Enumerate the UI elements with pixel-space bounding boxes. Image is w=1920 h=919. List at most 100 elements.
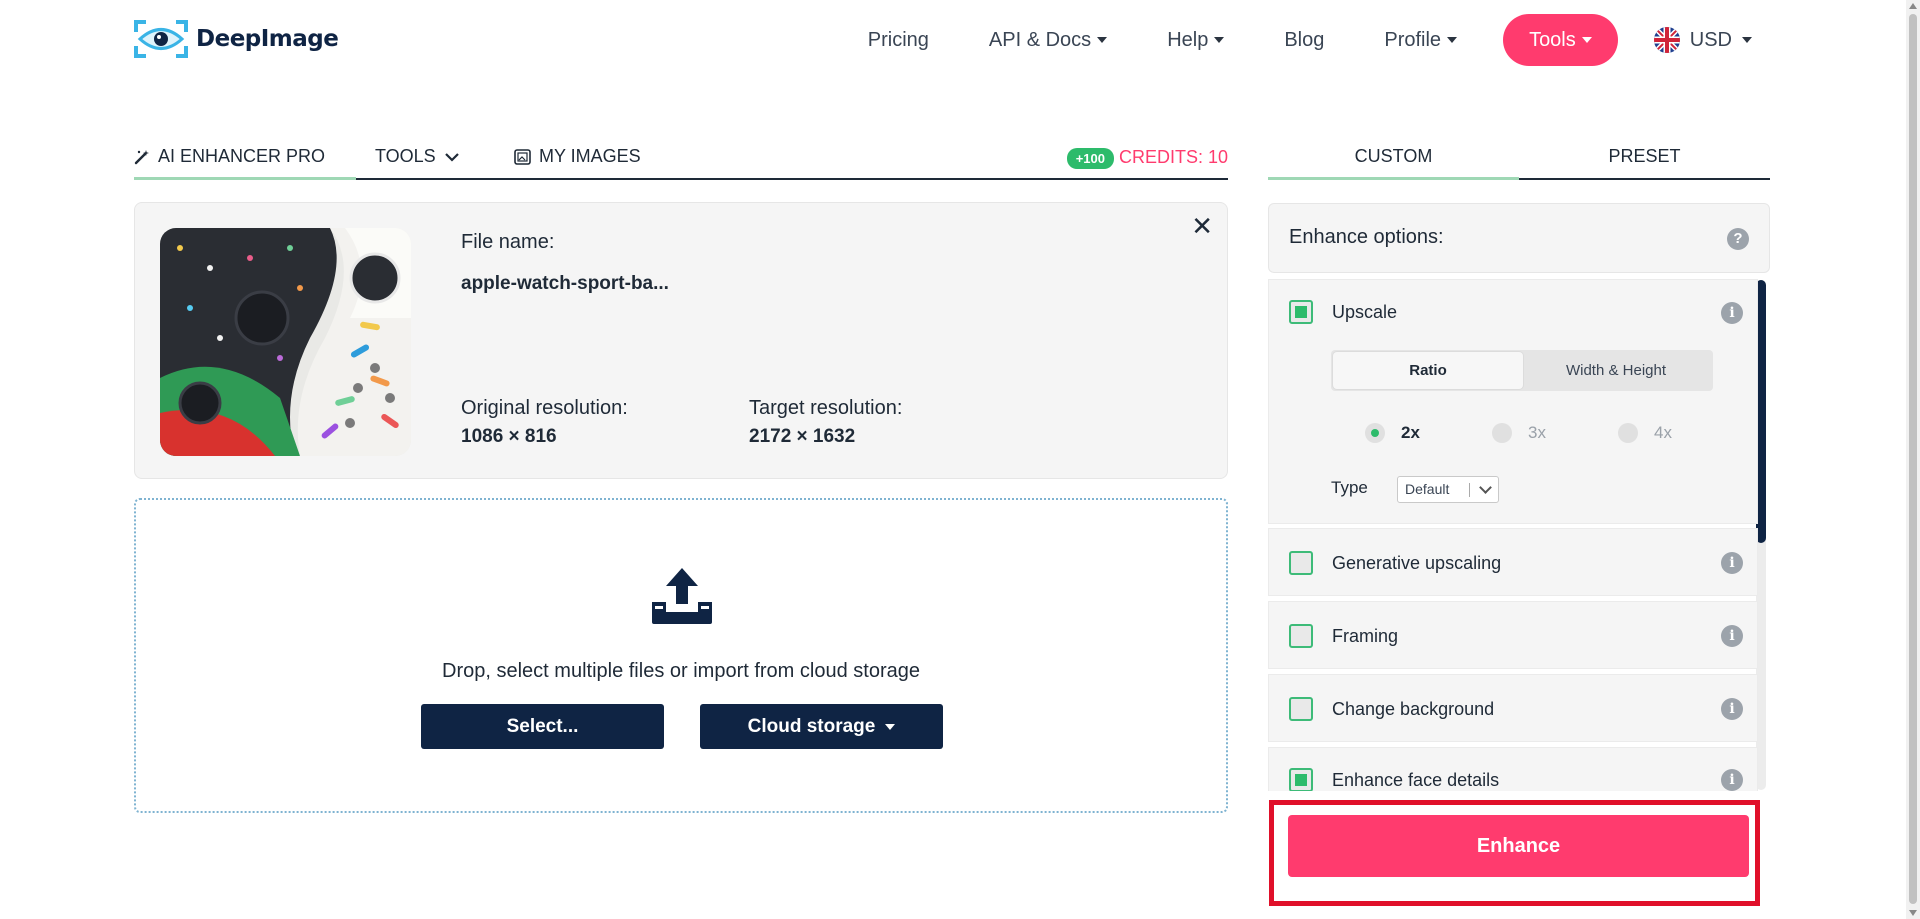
nav-help-label: Help [1167,28,1209,51]
upload-instructions: Drop, select multiple files or import fr… [442,660,920,682]
framing-checkbox[interactable] [1289,624,1313,648]
type-select-value: Default [1405,481,1450,497]
enhance-face-details-checkbox[interactable] [1289,768,1313,791]
upload-drop-zone[interactable]: Drop, select multiple files or import fr… [134,498,1228,813]
option-framing: Framing i [1268,601,1758,669]
tab-custom[interactable]: CUSTOM [1268,146,1519,167]
top-nav: Pricing API & Docs Help Blog Profile Too… [868,14,1752,66]
currency-selector[interactable]: USD [1653,27,1752,53]
currency-label: USD [1689,28,1732,51]
nav-pricing-label: Pricing [867,28,929,51]
upload-tray-icon [650,566,714,626]
info-icon[interactable]: i [1721,302,1743,324]
target-resolution-value: 2172 × 1632 [749,426,856,447]
mode-ratio-button[interactable]: Ratio [1333,352,1523,389]
scroll-down-arrow-icon[interactable] [1909,910,1917,916]
change-background-checkbox[interactable] [1289,697,1313,721]
caret-down-icon [1742,37,1752,43]
type-select[interactable]: Default [1397,476,1499,503]
uk-flag-icon [1653,27,1680,53]
close-icon[interactable]: ✕ [1191,211,1213,242]
option-generative-upscaling: Generative upscaling i [1268,528,1758,596]
active-tab-indicator [1268,177,1519,180]
ratio-option-4x[interactable]: 4x [1618,423,1672,443]
chevron-down-icon [1479,481,1492,494]
tab-tools[interactable]: TOOLS [375,146,460,167]
upscale-mode-toggle: Ratio Width & Height [1331,350,1713,391]
ratio-2x-label: 2x [1401,423,1420,442]
option-change-background: Change background i [1268,674,1758,742]
select-files-label: Select... [506,715,579,737]
generative-upscaling-label: Generative upscaling [1332,553,1502,573]
mode-width-height-button[interactable]: Width & Height [1521,352,1711,389]
enhance-button[interactable]: Enhance [1288,815,1749,877]
help-icon[interactable]: ? [1727,228,1749,250]
credits-counter: CREDITS: 10 [1118,147,1228,167]
nav-blog-label: Blog [1284,28,1325,51]
enhance-options-header: Enhance options: ? [1268,203,1770,273]
chevron-down-icon [444,152,459,162]
nav-help[interactable]: Help [1167,28,1225,52]
active-tab-indicator [134,177,356,180]
target-resolution-label: Target resolution: [749,397,903,419]
select-divider [1469,483,1470,497]
logo[interactable]: DeepImage [134,20,339,58]
deepimage-eye-icon [134,20,188,58]
enhance-options-title: Enhance options: [1289,226,1444,248]
change-background-label: Change background [1332,699,1495,719]
info-icon[interactable]: i [1721,552,1743,574]
option-upscale: Upscale i Ratio Width & Height 2x 3x 4x … [1268,279,1758,524]
nav-tools-button[interactable]: Tools [1503,14,1618,66]
file-name-value: apple-watch-sport-ba... [461,273,669,294]
framing-label: Framing [1332,626,1399,646]
info-icon[interactable]: i [1721,698,1743,720]
tab-ai-enhancer-pro-label: AI ENHANCER PRO [158,146,326,166]
ratio-option-3x[interactable]: 3x [1492,423,1546,443]
radio-unselected-icon [1492,423,1512,443]
file-name-label: File name: [461,231,555,253]
caret-down-icon [1581,37,1592,43]
page-scrollbar[interactable] [1906,0,1920,919]
radio-selected-icon [1365,423,1385,443]
credit-bonus-badge[interactable]: +100 [1066,148,1114,169]
brand-name: DeepImage [196,26,339,52]
generative-upscaling-checkbox[interactable] [1289,551,1313,575]
upscale-checkbox[interactable] [1289,300,1313,324]
mode-tabs: CUSTOM PRESET [1268,136,1770,180]
cloud-storage-label: Cloud storage [747,715,876,737]
tab-preset[interactable]: PRESET [1519,146,1770,167]
cloud-storage-button[interactable]: Cloud storage [700,704,943,749]
nav-api-docs[interactable]: API & Docs [988,28,1108,52]
enhance-label: Enhance [1476,834,1561,857]
nav-tools-label: Tools [1529,28,1576,51]
tab-my-images-label: MY IMAGES [539,146,641,166]
enhance-face-details-label: Enhance face details [1332,770,1500,790]
tab-ai-enhancer-pro[interactable]: AI ENHANCER PRO [134,146,325,167]
original-resolution-label: Original resolution: [461,397,628,419]
nav-pricing[interactable]: Pricing [868,29,929,52]
ratio-option-2x[interactable]: 2x [1365,423,1420,443]
scroll-up-arrow-icon[interactable] [1909,3,1917,9]
radio-unselected-icon [1618,423,1638,443]
original-resolution-value: 1086 × 816 [461,426,557,447]
caret-down-icon [885,723,896,730]
nav-blog[interactable]: Blog [1284,29,1324,52]
tab-my-images[interactable]: MY IMAGES [514,146,641,167]
nav-profile[interactable]: Profile [1384,29,1458,52]
ratio-3x-label: 3x [1528,423,1546,442]
image-gallery-icon [514,148,531,165]
magic-wand-icon [134,149,149,164]
nav-api-docs-label: API & Docs [988,28,1092,51]
select-files-button[interactable]: Select... [421,704,664,749]
info-icon[interactable]: i [1721,625,1743,647]
info-icon[interactable]: i [1721,769,1743,791]
uploaded-file-card: File name: apple-watch-sport-ba... Origi… [134,202,1228,479]
caret-down-icon [1447,37,1458,43]
upscale-label: Upscale [1332,302,1398,322]
ratio-4x-label: 4x [1654,423,1672,442]
type-label: Type [1331,478,1368,497]
file-thumbnail [160,228,411,456]
page-scrollbar-thumb[interactable] [1909,14,1917,904]
enhancer-tabs: AI ENHANCER PRO TOOLS MY IMAGES +100 CRE… [134,136,1228,180]
tab-tools-label: TOOLS [375,146,436,166]
